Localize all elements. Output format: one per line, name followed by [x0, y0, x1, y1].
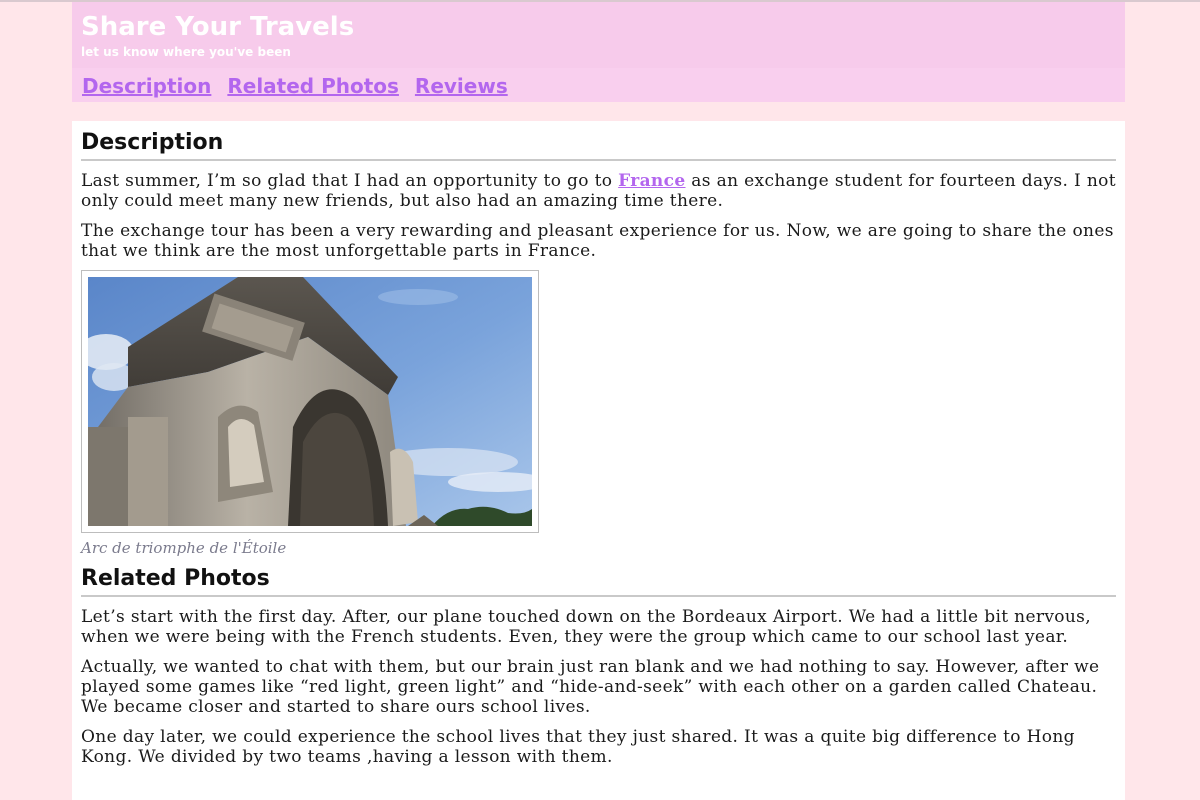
related-photos-paragraph-3: One day later, we could experience the s… — [81, 727, 1075, 767]
site-header: Share Your Travels let us know where you… — [72, 2, 1125, 102]
nav-link-related-photos[interactable]: Related Photos — [227, 74, 399, 98]
arc-figure: Arc de triomphe de l'Étoile — [81, 270, 1116, 557]
photo-frame — [81, 270, 539, 533]
description-heading: Description — [81, 129, 1116, 161]
figure-caption: Arc de triomphe de l'Étoile — [81, 539, 287, 557]
related-photos-heading: Related Photos — [81, 565, 1116, 597]
description-section: Description Last summer, I’m so glad tha… — [81, 129, 1116, 557]
arc-de-triomphe-photo — [88, 277, 532, 526]
related-photos-section: Related Photos Let’s start with the firs… — [81, 565, 1116, 767]
page: Share Your Travels let us know where you… — [0, 0, 1200, 800]
nav-list: Description Related Photos Reviews — [82, 73, 508, 99]
description-paragraph-2: The exchange tour has been a very reward… — [81, 221, 1114, 261]
description-p1-text-start: Last summer, I’m so glad that I had an o… — [81, 171, 619, 191]
site-title: Share Your Travels — [81, 12, 355, 42]
nav-link-description[interactable]: Description — [82, 74, 211, 98]
nav-item-related-photos: Related Photos — [227, 73, 399, 99]
nav-link-reviews[interactable]: Reviews — [415, 74, 508, 98]
france-link[interactable]: France — [618, 171, 685, 191]
site-tagline: let us know where you've been — [81, 45, 291, 59]
related-photos-paragraph-2: Actually, we wanted to chat with them, b… — [81, 657, 1100, 717]
nav-item-description: Description — [82, 73, 211, 99]
description-paragraph-1: Last summer, I’m so glad that I had an o… — [81, 171, 1116, 211]
related-photos-paragraph-1: Let’s start with the first day. After, o… — [81, 607, 1092, 647]
nav-item-reviews: Reviews — [415, 73, 508, 99]
main-content: Description Last summer, I’m so glad tha… — [72, 121, 1125, 800]
